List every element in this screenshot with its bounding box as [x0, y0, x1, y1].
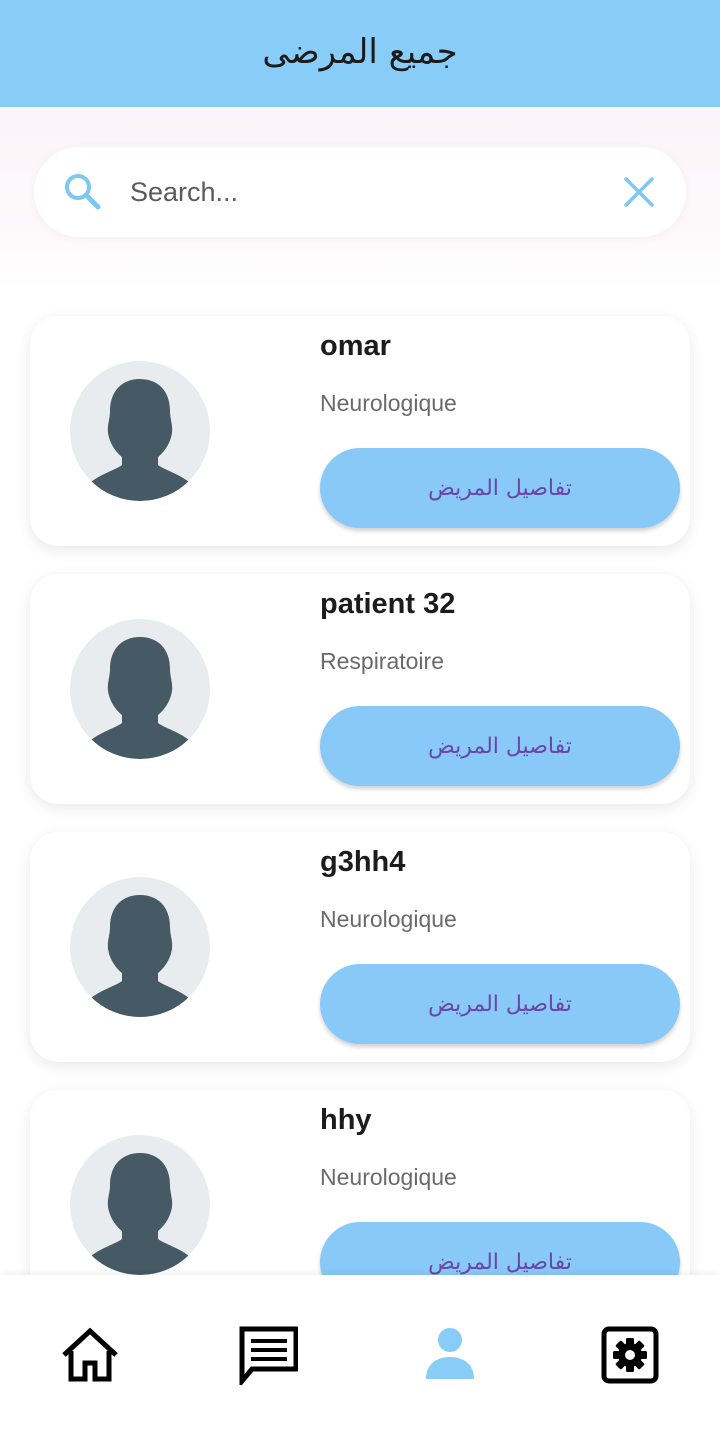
patient-specialty: Neurologique	[320, 906, 457, 932]
patient-specialty: Neurologique	[320, 1164, 457, 1190]
patient-specialty: Neurologique	[320, 390, 457, 416]
patient-details-button[interactable]: تفاصيل المريض	[320, 448, 680, 528]
person-silhouette-icon	[86, 1153, 194, 1275]
patient-card: g3hh4 Neurologique تفاصيل المريض	[30, 832, 690, 1062]
patient-card: omar Neurologique تفاصيل المريض	[30, 316, 690, 546]
settings-icon	[601, 1326, 659, 1384]
page-title: جميع المرضى	[262, 31, 458, 72]
search-input[interactable]	[130, 167, 600, 217]
patient-name: hhy	[320, 1104, 372, 1136]
patient-name: omar	[320, 330, 391, 362]
avatar	[70, 877, 210, 1017]
search-icon	[65, 174, 101, 210]
patient-details-button[interactable]: تفاصيل المريض	[320, 1222, 680, 1275]
patient-name: g3hh4	[320, 846, 406, 878]
home-icon	[62, 1327, 118, 1382]
patient-card: hhy Neurologique تفاصيل المريض	[30, 1090, 690, 1275]
nav-settings[interactable]	[600, 1325, 660, 1385]
patient-details-button[interactable]: تفاصيل المريض	[320, 964, 680, 1044]
person-icon	[426, 1328, 474, 1379]
bottom-navigation	[0, 1275, 720, 1433]
nav-patients[interactable]	[420, 1325, 480, 1385]
patient-list[interactable]: omar Neurologique تفاصيل المريض patient …	[0, 288, 720, 1275]
patient-details-button[interactable]: تفاصيل المريض	[320, 706, 680, 786]
avatar	[70, 619, 210, 759]
search-bar[interactable]	[34, 147, 686, 237]
avatar	[70, 1135, 210, 1275]
search-area	[0, 107, 720, 288]
app-bar: جميع المرضى	[0, 0, 720, 107]
avatar	[70, 361, 210, 501]
nav-home[interactable]	[60, 1325, 120, 1385]
nav-messages[interactable]	[238, 1325, 298, 1385]
patient-name: patient 32	[320, 588, 456, 620]
patient-card: patient 32 Respiratoire تفاصيل المريض	[30, 574, 690, 804]
person-silhouette-icon	[86, 379, 194, 501]
chat-icon	[239, 1326, 298, 1385]
person-silhouette-icon	[86, 637, 194, 759]
patient-specialty: Respiratoire	[320, 648, 444, 674]
close-icon[interactable]	[622, 175, 656, 209]
person-silhouette-icon	[86, 895, 194, 1017]
